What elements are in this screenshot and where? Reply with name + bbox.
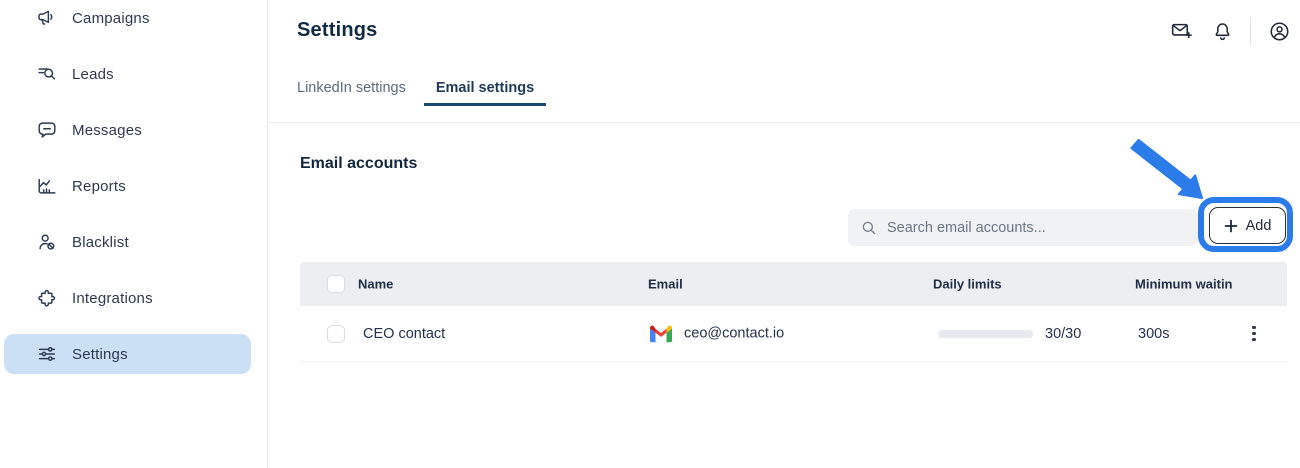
table-header-row: Name Email Daily limits Minimum waiting bbox=[300, 262, 1287, 306]
chat-bubble-icon bbox=[36, 119, 58, 141]
search-icon bbox=[860, 219, 878, 237]
email-settings-panel: Email accounts Add Name Email Daily limi… bbox=[269, 123, 1300, 468]
sidebar-item-integrations[interactable]: Integrations bbox=[4, 278, 251, 318]
tab-linkedin-settings[interactable]: LinkedIn settings bbox=[285, 76, 418, 106]
sidebar-item-settings[interactable]: Settings bbox=[4, 334, 251, 374]
puzzle-icon bbox=[36, 287, 58, 309]
megaphone-icon bbox=[36, 7, 58, 29]
topbar-divider bbox=[1250, 17, 1251, 45]
page-title: Settings bbox=[297, 19, 378, 42]
account-email-cell: ceo@contact.io bbox=[650, 325, 784, 342]
notifications-bell-icon[interactable] bbox=[1209, 18, 1235, 44]
add-button-label: Add bbox=[1246, 218, 1272, 234]
sidebar-item-leads[interactable]: Leads bbox=[4, 54, 251, 94]
sliders-icon bbox=[36, 343, 58, 365]
gmail-icon bbox=[650, 325, 672, 342]
email-accounts-table: Name Email Daily limits Minimum waiting … bbox=[300, 262, 1287, 362]
chart-icon bbox=[36, 175, 58, 197]
sidebar-item-blacklist[interactable]: Blacklist bbox=[4, 222, 251, 262]
user-blocked-icon bbox=[36, 231, 58, 253]
section-title: Email accounts bbox=[300, 155, 417, 173]
row-actions-menu-icon[interactable] bbox=[1243, 323, 1265, 345]
column-header-name: Name bbox=[358, 277, 393, 292]
compose-email-icon[interactable] bbox=[1168, 18, 1194, 44]
tab-email-settings[interactable]: Email settings bbox=[424, 76, 546, 106]
sidebar-item-label: Integrations bbox=[72, 290, 153, 307]
sidebar-item-messages[interactable]: Messages bbox=[4, 110, 251, 150]
minimum-waiting-value: 300s bbox=[1138, 326, 1169, 342]
profile-icon[interactable] bbox=[1266, 18, 1292, 44]
search-input[interactable] bbox=[887, 220, 1198, 236]
leads-search-icon bbox=[36, 63, 58, 85]
account-email: ceo@contact.io bbox=[684, 326, 784, 342]
settings-tabs: LinkedIn settings Email settings bbox=[285, 76, 546, 106]
table-row: CEO contact ceo@contact.io 30/30 300s bbox=[300, 306, 1287, 362]
row-checkbox[interactable] bbox=[327, 325, 345, 343]
column-header-email: Email bbox=[648, 277, 683, 292]
annotation-arrow bbox=[1120, 133, 1215, 208]
sidebar-item-reports[interactable]: Reports bbox=[4, 166, 251, 206]
sidebar-item-label: Campaigns bbox=[72, 10, 150, 27]
plus-icon bbox=[1224, 219, 1238, 233]
add-button[interactable]: Add bbox=[1209, 207, 1286, 244]
sidebar-item-label: Settings bbox=[72, 346, 128, 363]
daily-limit-progress-bar bbox=[938, 330, 1033, 338]
select-all-checkbox[interactable] bbox=[327, 275, 345, 293]
sidebar-item-campaigns[interactable]: Campaigns bbox=[4, 0, 251, 38]
sidebar-item-label: Reports bbox=[72, 178, 126, 195]
sidebar: Campaigns Leads Messages Reports bbox=[0, 0, 268, 468]
sidebar-item-label: Messages bbox=[72, 122, 142, 139]
search-email-accounts bbox=[848, 209, 1198, 246]
account-name: CEO contact bbox=[363, 326, 445, 342]
page-header: Settings LinkedIn settings Email setting… bbox=[269, 0, 1300, 123]
sidebar-item-label: Blacklist bbox=[72, 234, 129, 251]
topbar-actions bbox=[1153, 16, 1292, 46]
sidebar-item-label: Leads bbox=[72, 66, 114, 83]
app-window: Campaigns Leads Messages Reports bbox=[0, 0, 1300, 468]
column-header-minimum-waiting: Minimum waiting bbox=[1135, 277, 1233, 292]
column-header-daily-limits: Daily limits bbox=[933, 277, 1002, 292]
daily-limit-value: 30/30 bbox=[1045, 326, 1081, 342]
